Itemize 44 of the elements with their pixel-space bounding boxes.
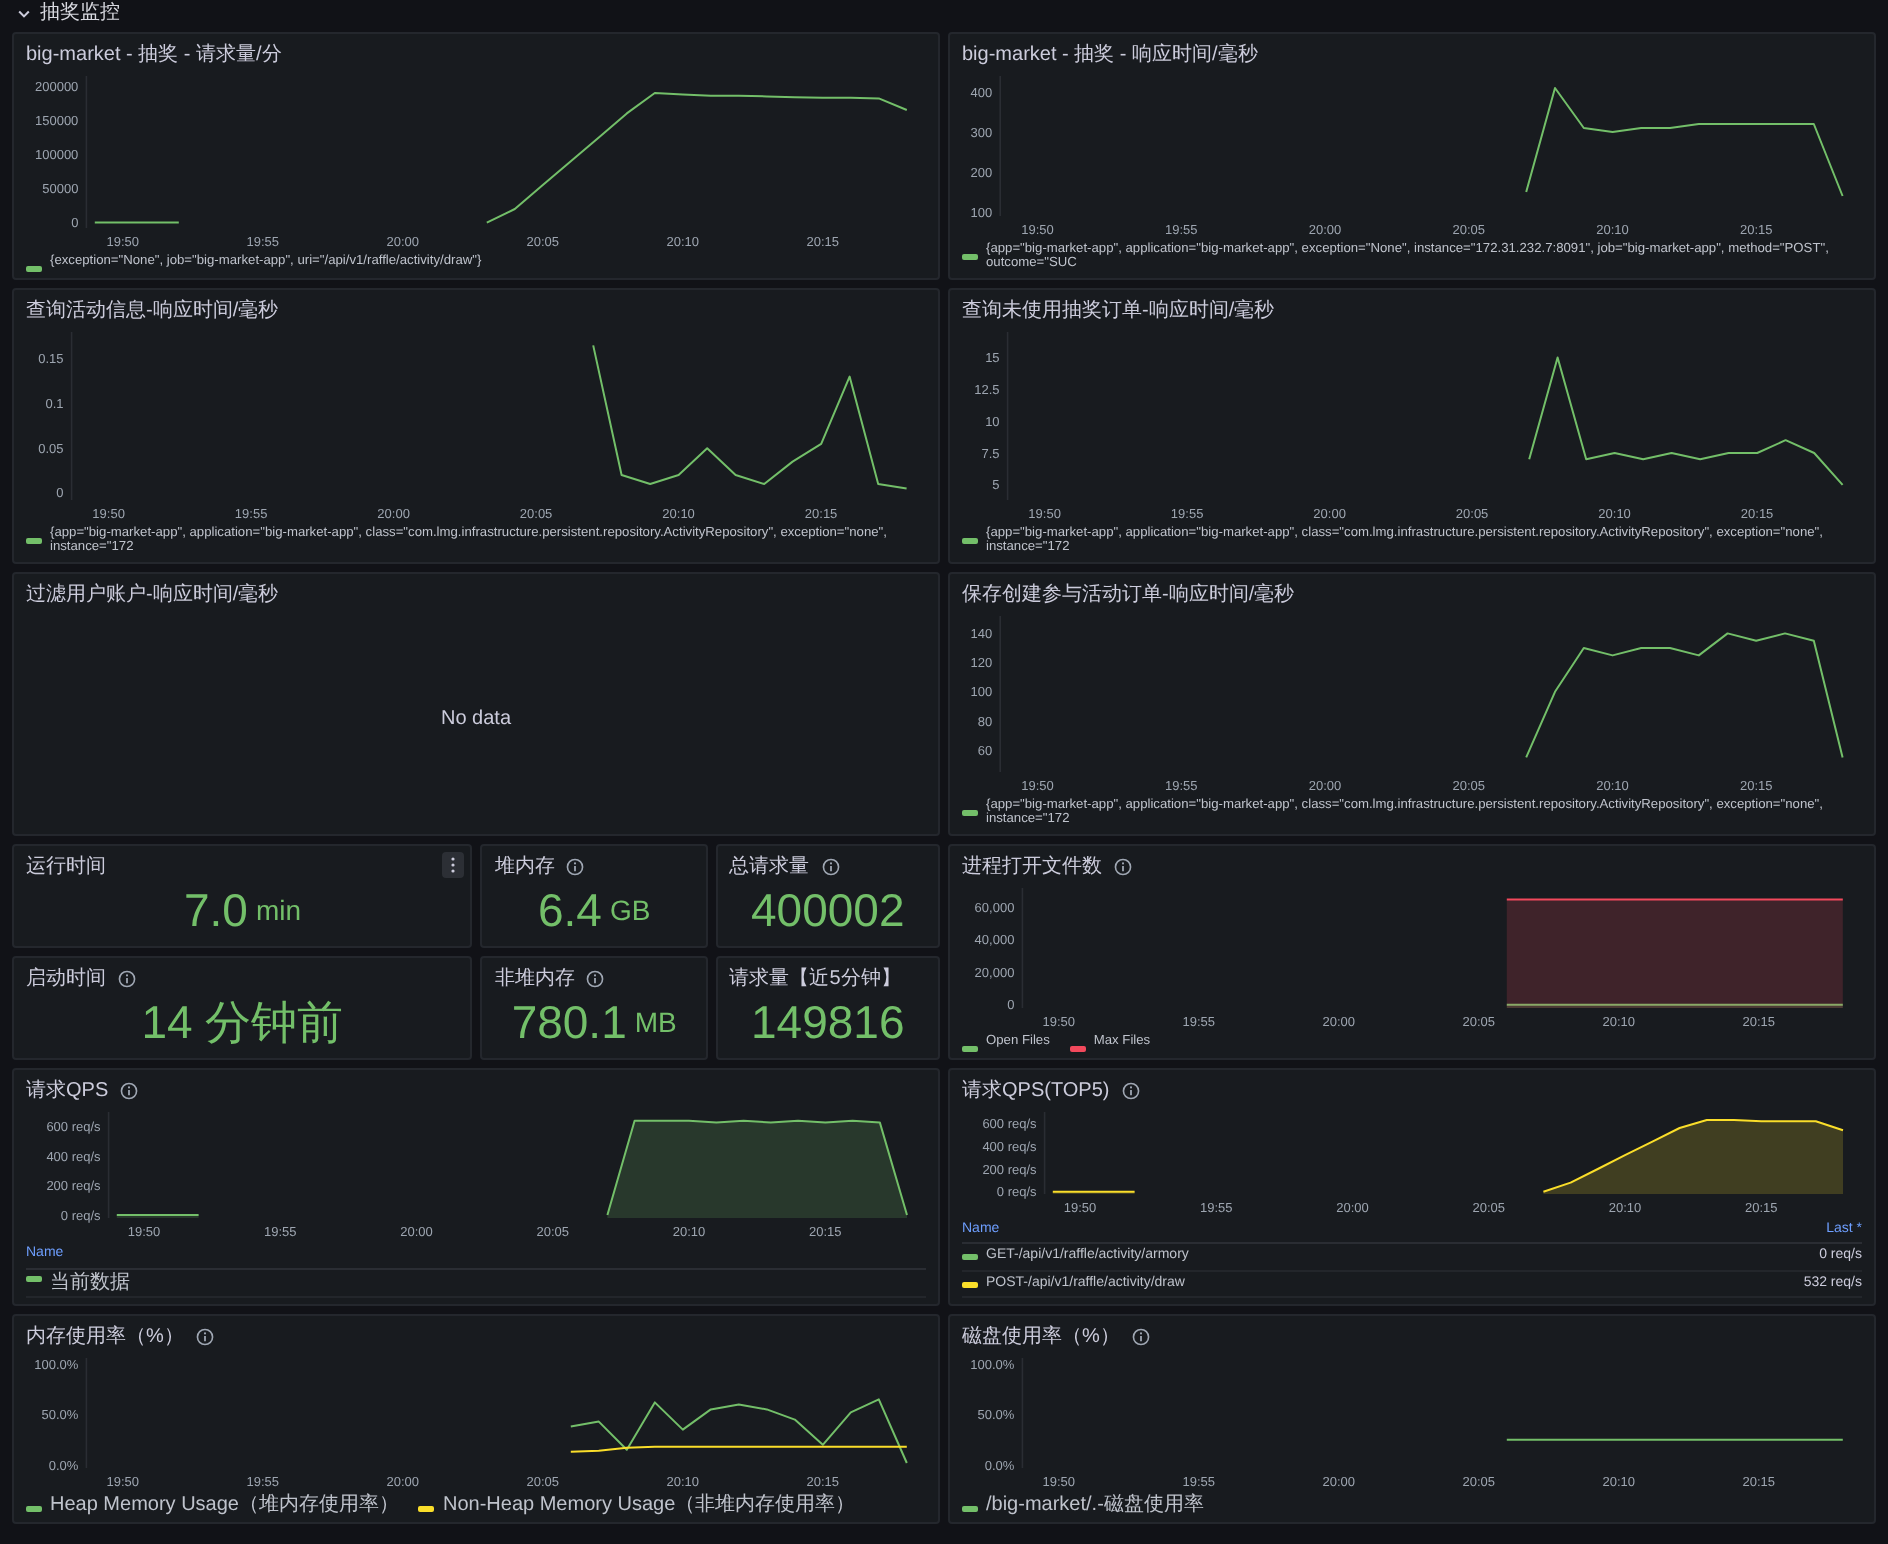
panel-title: big-market - 抽奖 - 响应时间/毫秒 [962, 41, 1258, 67]
stat-value: 780.1 [511, 999, 627, 1045]
legend-label[interactable]: Non-Heap Memory Usage（非堆内存使用率） [442, 1493, 856, 1516]
legend-label[interactable]: 当前数据 [50, 1271, 130, 1294]
panel-title: 查询未使用抽奖订单-响应时间/毫秒 [962, 297, 1275, 323]
legend-label[interactable]: Heap Memory Usage（堆内存使用率） [50, 1493, 399, 1516]
panel-title: 请求量【近5分钟】 [729, 965, 901, 991]
dots-icon [450, 856, 457, 874]
panel-title: 查询活动信息-响应时间/毫秒 [26, 297, 279, 323]
info-icon[interactable] [821, 857, 840, 875]
stat-value: 14 分钟前 [141, 999, 344, 1045]
section-title[interactable]: 抽奖监控 [40, 0, 120, 28]
info-icon[interactable] [118, 969, 136, 987]
info-icon[interactable] [1121, 1081, 1140, 1099]
info-icon[interactable] [1114, 857, 1132, 875]
panel-title: 请求QPS [26, 1077, 109, 1103]
no-data-message: No data [440, 705, 512, 733]
panel-title: 启动时间 [26, 965, 106, 991]
panel-title: 内存使用率（%） [26, 1323, 184, 1349]
stat-value: 6.4 [537, 887, 602, 933]
panel-title: 非堆内存 [494, 965, 575, 991]
panel-title: 总请求量 [729, 853, 810, 879]
menu-button[interactable] [442, 852, 465, 878]
info-icon[interactable] [566, 857, 585, 875]
panel-title: 磁盘使用率（%） [962, 1323, 1120, 1349]
stat-unit: GB [609, 896, 651, 924]
info-icon[interactable] [1131, 1327, 1150, 1345]
info-icon[interactable] [586, 969, 605, 987]
panel-title: 进程打开文件数 [962, 853, 1102, 879]
stat-value: 400002 [750, 887, 905, 933]
chevron-icon[interactable] [16, 6, 32, 22]
legend-label[interactable]: /big-market/.-磁盘使用率 [986, 1493, 1204, 1516]
stat-unit: MB [634, 1008, 677, 1036]
panel-title: 堆内存 [494, 853, 555, 879]
info-icon[interactable] [120, 1081, 139, 1099]
panel-title: big-market - 抽奖 - 请求量/分 [26, 41, 282, 67]
stat-unit: min [255, 896, 301, 924]
stat-value: 149816 [750, 999, 905, 1045]
panel-title: 保存创建参与活动订单-响应时间/毫秒 [962, 581, 1295, 607]
panel-title: 过滤用户账户-响应时间/毫秒 [26, 581, 279, 607]
panel-title: 请求QPS(TOP5) [962, 1077, 1110, 1103]
info-icon[interactable] [195, 1327, 214, 1345]
stat-value: 7.0 [183, 887, 248, 933]
panel-title: 运行时间 [26, 853, 106, 879]
